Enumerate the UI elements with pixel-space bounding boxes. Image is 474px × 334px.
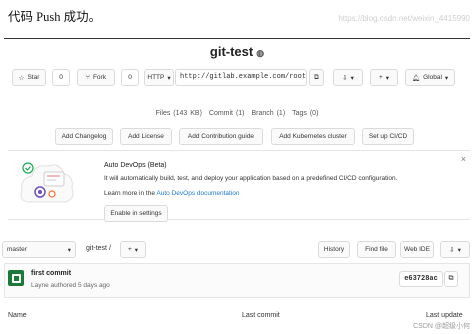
download-icon: ⇩ xyxy=(449,246,455,254)
history-button[interactable]: History xyxy=(318,241,350,258)
watermark-bottom: CSDN @超级小何 xyxy=(413,323,470,330)
add-license-button[interactable]: Add License xyxy=(120,128,172,145)
add-contribution-guide-button[interactable]: Add Contribution guide xyxy=(179,128,263,145)
star-label: Star xyxy=(27,74,40,81)
download-icon: ⇩ xyxy=(342,74,348,82)
devops-description: It will automatically build, test, and d… xyxy=(104,175,398,182)
doc-caption: 代码 Push 成功。 xyxy=(8,10,102,24)
setup-cicd-button[interactable]: Set up CI/CD xyxy=(362,128,414,145)
clipboard-icon: ⧉ xyxy=(314,73,319,81)
enable-in-settings-button[interactable]: Enable in settings xyxy=(104,205,168,222)
branch-select[interactable]: master ▾ xyxy=(2,241,76,258)
chevron-down-icon: ▾ xyxy=(444,74,449,82)
project-name: git-test xyxy=(209,44,254,59)
add-to-tree-dropdown[interactable]: + ▾ xyxy=(120,241,146,258)
devops-illustration-icon xyxy=(20,162,74,203)
breadcrumb: git-test / xyxy=(86,245,111,252)
plus-icon: + xyxy=(378,74,383,81)
notification-dropdown[interactable]: 🔔︎ Global ▾ xyxy=(405,69,455,86)
stat-commits[interactable]: Commit (1) xyxy=(209,110,245,117)
column-name: Name xyxy=(8,312,27,319)
devops-docs-link[interactable]: Auto DevOps documentation xyxy=(156,190,239,197)
breadcrumb-project[interactable]: git-test xyxy=(86,245,107,252)
chevron-down-icon: ▾ xyxy=(350,74,354,82)
web-ide-button[interactable]: Web IDE xyxy=(400,241,434,258)
download-archive-dropdown[interactable]: ⇩ ▾ xyxy=(440,241,470,258)
star-icon: ☆ xyxy=(18,74,25,82)
learn-prefix: Learn more in the xyxy=(104,190,155,197)
project-title: git-test ◍ xyxy=(0,44,474,59)
find-file-button[interactable]: Find file xyxy=(357,241,396,258)
notification-label: Global xyxy=(423,74,442,81)
protocol-label: HTTP xyxy=(147,74,165,81)
column-last-commit: Last commit xyxy=(242,312,280,319)
globe-icon: ◍ xyxy=(256,48,265,58)
avatar[interactable] xyxy=(8,270,24,286)
project-stats: Files (143 KB) Commit (1) Branch (1) Tag… xyxy=(0,110,474,117)
fork-count[interactable]: 0 xyxy=(121,69,139,86)
clipboard-icon: ⧉ xyxy=(448,275,454,282)
chevron-down-icon: ▾ xyxy=(167,74,171,82)
commit-sha[interactable]: e63728ac xyxy=(399,271,443,287)
new-dropdown[interactable]: + ▾ xyxy=(370,69,398,86)
copy-sha-button[interactable]: ⧉ xyxy=(444,271,458,287)
copy-url-button[interactable]: ⧉ xyxy=(309,69,324,86)
column-last-update: Last update xyxy=(426,312,463,319)
star-button[interactable]: ☆ Star xyxy=(12,69,46,86)
protocol-dropdown[interactable]: HTTP ▾ xyxy=(144,69,174,86)
breadcrumb-separator: / xyxy=(108,245,111,252)
add-changelog-button[interactable]: Add Changelog xyxy=(55,128,113,145)
devops-learn-more: Learn more in the Auto DevOps documentat… xyxy=(104,190,240,197)
plus-icon: + xyxy=(127,246,132,253)
fork-button[interactable]: ⑂ Fork xyxy=(77,69,115,86)
chevron-down-icon: ▾ xyxy=(385,74,390,82)
stat-tags[interactable]: Tags (0) xyxy=(292,110,318,117)
fork-label: Fork xyxy=(92,74,106,81)
star-count[interactable]: 0 xyxy=(52,69,70,86)
chevron-down-icon: ▾ xyxy=(457,246,461,254)
watermark-top: https://blog.csdn.net/weixin_4415990 xyxy=(338,14,470,23)
fork-icon: ⑂ xyxy=(86,74,90,81)
download-dropdown[interactable]: ⇩ ▾ xyxy=(333,69,363,86)
bell-icon: 🔔︎ xyxy=(411,74,421,82)
branch-name: master xyxy=(7,246,27,253)
clone-url-input[interactable]: http://gitlab.example.com/root/git-test.… xyxy=(175,69,307,86)
stat-files[interactable]: Files (143 KB) xyxy=(156,110,202,117)
chevron-down-icon: ▾ xyxy=(134,246,139,254)
add-kubernetes-cluster-button[interactable]: Add Kubernetes cluster xyxy=(271,128,355,145)
commit-meta: Layne authored 5 days ago xyxy=(31,282,110,289)
chevron-down-icon: ▾ xyxy=(67,246,71,254)
stat-branches[interactable]: Branch (1) xyxy=(251,110,285,117)
close-icon[interactable]: × xyxy=(461,154,466,164)
divider xyxy=(4,38,470,39)
commit-title[interactable]: first commit xyxy=(31,270,71,277)
devops-title: Auto DevOps (Beta) xyxy=(104,162,167,169)
